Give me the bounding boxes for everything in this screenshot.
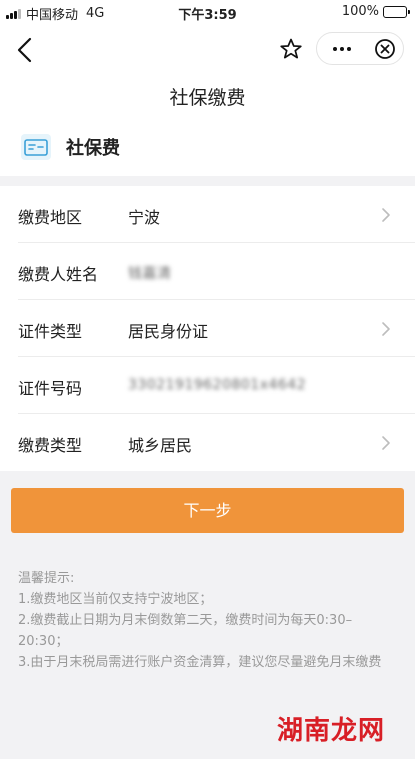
id-type-label: 证件类型: [18, 322, 83, 341]
id-number-value: 33021919620801x4642: [128, 377, 307, 393]
watermark-logo: 湖南龙网: [276, 716, 385, 746]
id-number-row[interactable]: 证件号码 33021919620801x4642: [18, 357, 415, 414]
region-label: 缴费地区: [18, 208, 83, 227]
nav-bar: [0, 24, 415, 76]
more-dots-icon: [333, 46, 351, 51]
chevron-right-icon: [382, 436, 390, 450]
payment-form: 缴费地区 宁波 缴费人姓名 钱嘉清 证件类型 居民身份证 证件号码 330219…: [0, 186, 415, 471]
more-button[interactable]: [317, 33, 367, 64]
tips-heading: 温馨提示:: [18, 571, 75, 586]
id-type-row[interactable]: 证件类型 居民身份证: [18, 300, 415, 357]
mini-program-capsule: [316, 32, 404, 65]
back-button[interactable]: [14, 36, 38, 64]
service-name: 社保费: [66, 138, 120, 159]
region-value: 宁波: [128, 208, 161, 227]
service-header: 社保费: [0, 120, 415, 176]
tip-line: 2.缴费截止日期为月末倒数第二天，缴费时间为每天0:30–20:30；: [18, 613, 353, 649]
chevron-right-icon: [382, 322, 390, 336]
payer-name-value: 钱嘉清: [128, 266, 172, 282]
page-title: 社保缴费: [0, 76, 415, 120]
payment-type-value: 城乡居民: [128, 436, 193, 455]
favorite-button[interactable]: [274, 34, 308, 64]
close-circle-icon: [375, 38, 395, 59]
region-row[interactable]: 缴费地区 宁波: [18, 186, 415, 243]
close-button[interactable]: [367, 33, 403, 64]
battery-icon: [383, 5, 410, 18]
status-bar: 中国移动 4G 下午3:59 100%: [0, 0, 415, 24]
tips: 温馨提示: 1.缴费地区当前仅支持宁波地区； 2.缴费截止日期为月末倒数第二天，…: [18, 568, 398, 682]
payment-type-row[interactable]: 缴费类型 城乡居民: [18, 414, 415, 471]
payer-name-row[interactable]: 缴费人姓名 钱嘉清: [18, 243, 415, 300]
star-icon: [280, 38, 302, 59]
id-number-label: 证件号码: [18, 379, 83, 398]
social-security-card-icon: [21, 134, 51, 160]
tip-line: 3.由于月末税局需进行账户资金清算，建议您尽量避免月末缴费: [18, 655, 382, 670]
payer-name-label: 缴费人姓名: [18, 265, 99, 284]
payment-type-label: 缴费类型: [18, 436, 83, 455]
chevron-right-icon: [382, 208, 390, 222]
chevron-left-icon: [17, 37, 32, 63]
next-button[interactable]: 下一步: [11, 488, 404, 533]
id-type-value: 居民身份证: [128, 322, 209, 341]
tip-line: 1.缴费地区当前仅支持宁波地区；: [18, 592, 213, 607]
status-right: 100%: [341, 4, 410, 19]
battery-percent: 100%: [341, 4, 379, 19]
